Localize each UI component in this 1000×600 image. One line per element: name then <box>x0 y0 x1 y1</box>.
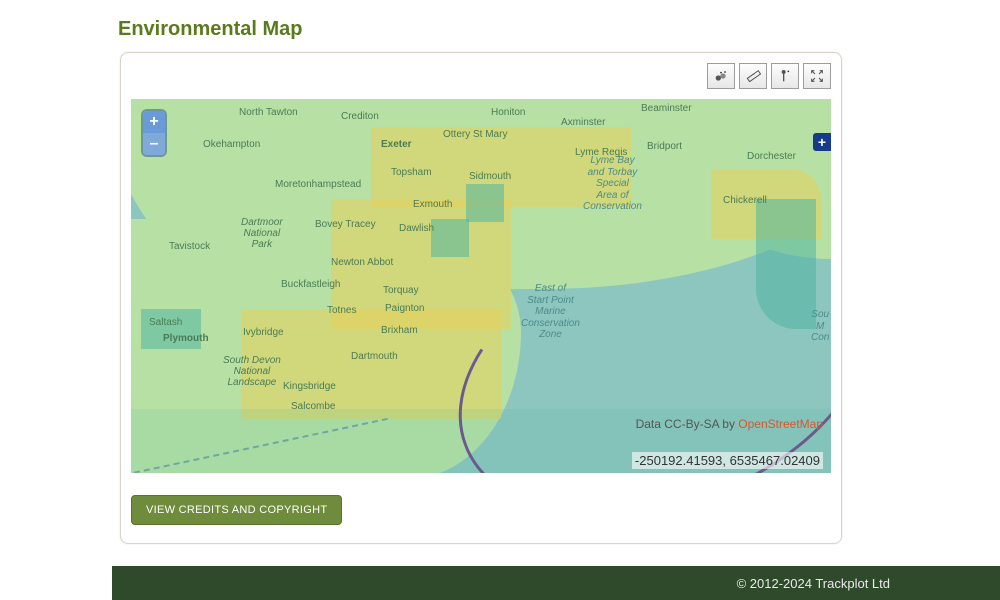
panel-expand-button[interactable]: + <box>813 133 831 151</box>
map-sea-label: Lyme Bay and Torbay Special Area of Cons… <box>583 155 642 213</box>
map-label: Tavistock <box>169 241 210 252</box>
map-attribution: Data CC-By-SA by OpenStreetMap <box>636 417 823 431</box>
map-label: Ottery St Mary <box>443 129 507 140</box>
map-label: Crediton <box>341 111 379 122</box>
map-label: Newton Abbot <box>331 257 393 268</box>
map-label: Chickerell <box>723 195 767 206</box>
ruler-icon <box>745 68 761 84</box>
map-area-label: Dartmoor National Park <box>241 217 283 250</box>
map-label: Paignton <box>385 303 424 314</box>
map-label: Honiton <box>491 107 525 118</box>
map-panel: North Tawton Crediton Honiton Axminster … <box>120 52 842 544</box>
map-label: Ivybridge <box>243 327 284 338</box>
layers-button[interactable] <box>707 63 735 89</box>
map-label: North Tawton <box>239 107 298 118</box>
map-label: Exmouth <box>413 199 452 210</box>
fullscreen-icon <box>809 68 825 84</box>
map-label: Torquay <box>383 285 419 296</box>
osm-link[interactable]: OpenStreetMap <box>738 417 823 431</box>
map-label: Beaminster <box>641 103 692 114</box>
map-label: Buckfastleigh <box>281 279 340 290</box>
map-label: Topsham <box>391 167 432 178</box>
fullscreen-button[interactable] <box>803 63 831 89</box>
marker-icon <box>777 68 793 84</box>
page-title: Environmental Map <box>118 18 302 41</box>
map-label: Totnes <box>327 305 356 316</box>
map-label: Brixham <box>381 325 418 336</box>
map-label: Exeter <box>381 139 412 150</box>
view-credits-button[interactable]: VIEW CREDITS AND COPYRIGHT <box>131 495 342 525</box>
cursor-coordinates: -250192.41593, 6535467.02409 <box>632 452 823 469</box>
map-label: Bovey Tracey <box>315 219 376 230</box>
map-label: Dartmouth <box>351 351 398 362</box>
zoom-in-button[interactable]: + <box>143 111 165 133</box>
map-label: Saltash <box>149 317 182 328</box>
map-label: Plymouth <box>163 333 209 344</box>
map-area-label: South Devon National Landscape <box>223 355 281 388</box>
marker-button[interactable] <box>771 63 799 89</box>
map-canvas[interactable]: North Tawton Crediton Honiton Axminster … <box>131 99 831 473</box>
map-label: Kingsbridge <box>283 381 336 392</box>
map-label: Salcombe <box>291 401 335 412</box>
map-label: Dawlish <box>399 223 434 234</box>
map-label: Sidmouth <box>469 171 511 182</box>
zoom-control: + – <box>143 111 165 155</box>
page-footer: © 2012-2024 Trackplot Ltd <box>112 566 1000 600</box>
map-sea-label: Sou M Con <box>811 309 829 344</box>
map-sea-label: East of Start Point Marine Conservation … <box>521 283 580 341</box>
zoom-out-button[interactable]: – <box>143 133 165 155</box>
attribution-prefix: Data CC-By-SA by <box>636 417 739 431</box>
map-label: Axminster <box>561 117 605 128</box>
map-label: Dorchester <box>747 151 796 162</box>
map-toolbar <box>707 63 831 89</box>
measure-button[interactable] <box>739 63 767 89</box>
overlay-zone <box>431 219 469 257</box>
map-label: Moretonhampstead <box>275 179 361 190</box>
copyright-text: © 2012-2024 Trackplot Ltd <box>737 576 890 591</box>
overlay-zone <box>466 184 504 222</box>
map-label: Okehampton <box>203 139 260 150</box>
layers-icon <box>713 68 729 84</box>
map-label: Bridport <box>647 141 682 152</box>
